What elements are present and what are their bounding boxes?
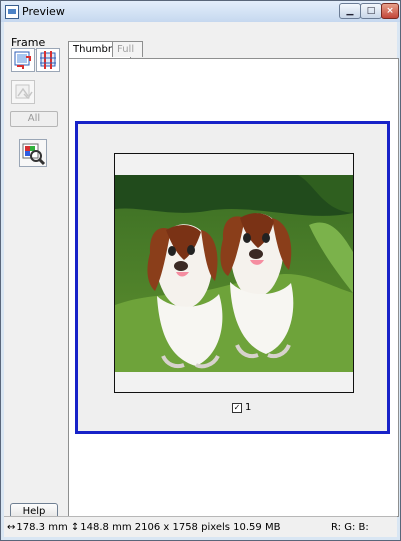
all-button[interactable]: All: [10, 111, 58, 127]
marquee-icon: [40, 51, 56, 69]
disabled-icon: [15, 84, 33, 100]
pixel-info: 2106 x 1758 pixels 10.59 MB: [134, 522, 281, 533]
selected-frame-outline[interactable]: ✓ 1: [75, 121, 390, 434]
client-area: Frame All Help Thumbnail Full ✓ 1 ↔178.3…: [4, 22, 399, 537]
title-bar[interactable]: Preview ▁ □ ×: [1, 1, 400, 22]
size-readout: ↔178.3 mm ↕148.8 mm 2106 x 1758 pixels 1…: [7, 522, 280, 533]
tab-full-size[interactable]: Full Size: [112, 41, 143, 70]
preview-panel: ✓ 1: [68, 58, 399, 517]
disabled-tool-button: [11, 80, 35, 104]
app-icon: [5, 5, 19, 19]
maximize-button[interactable]: □: [360, 3, 382, 19]
width-value: 178.3 mm: [16, 522, 68, 533]
frame-number: 1: [245, 402, 252, 413]
height-value: 148.8 mm: [80, 522, 132, 533]
close-button[interactable]: ×: [381, 3, 399, 19]
frame-checkbox-row: ✓ 1: [232, 402, 251, 413]
zoom-icon: [22, 143, 46, 166]
auto-locate-icon: [14, 51, 31, 69]
sidebar: Frame All Help: [4, 22, 62, 520]
rgb-readout: R: G: B:: [331, 522, 369, 533]
frame-checkbox[interactable]: ✓: [232, 402, 242, 413]
dog-photo: [115, 175, 353, 372]
dog-photo-image: [115, 175, 353, 372]
zoom-button[interactable]: [19, 139, 47, 167]
window-title: Preview: [22, 5, 65, 18]
height-arrow-icon: ↕: [70, 522, 80, 533]
status-bar: ↔178.3 mm ↕148.8 mm 2106 x 1758 pixels 1…: [4, 516, 397, 537]
thumbnail-frame: [114, 153, 354, 393]
marquee-button[interactable]: [36, 48, 60, 72]
auto-locate-button[interactable]: [11, 48, 35, 72]
minimize-button[interactable]: ▁: [339, 3, 361, 19]
width-arrow-icon: ↔: [7, 522, 16, 533]
preview-window: Preview ▁ □ × Frame All Help Thumbnail F…: [0, 0, 401, 541]
